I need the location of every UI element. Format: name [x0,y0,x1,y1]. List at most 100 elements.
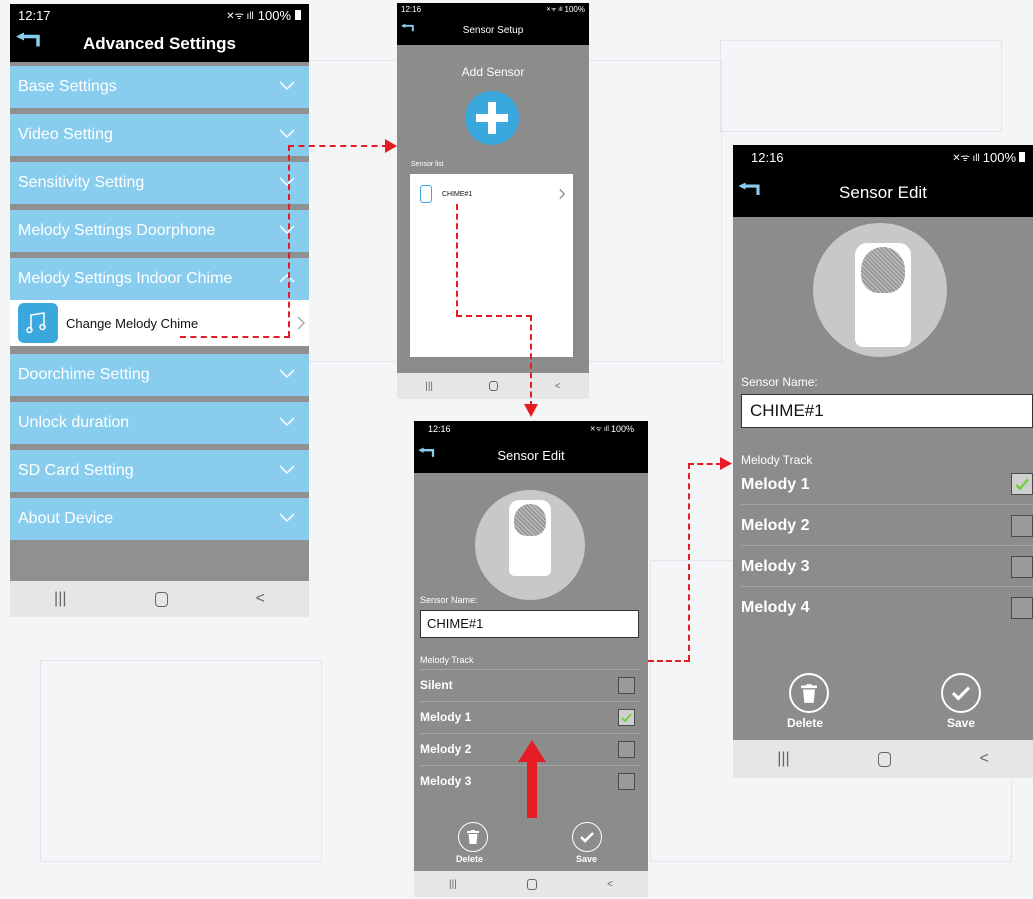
sensor-setup-screen: 12:16 ✕ᯤ ıll 100% Sensor Setup Add Senso… [397,3,589,399]
home-icon[interactable] [489,381,499,391]
section-video-setting[interactable]: Video Setting [10,114,309,156]
delete-label: Delete [456,854,484,864]
recent-apps-icon[interactable]: ||| [449,879,457,890]
home-icon[interactable] [878,751,892,767]
melody-track-label: Melody Track [741,453,813,467]
back-arrow-icon[interactable] [738,182,762,204]
section-unlock-duration[interactable]: Unlock duration [10,402,309,444]
track-checkbox[interactable] [618,677,635,694]
track-checkbox[interactable] [618,741,635,758]
status-icons: ✕ᯤ ıll 100% [590,424,634,434]
arrowhead-icon [720,457,732,470]
recent-apps-icon[interactable]: ||| [54,590,66,608]
sub-item-label: Change Melody Chime [66,315,199,331]
save-button[interactable]: Save [572,822,604,867]
android-nav-bar: ||| < [733,740,1033,778]
status-time: 12:17 [18,7,51,23]
sensor-name: CHIME#1 [442,190,473,198]
section-melody-indoor-chime[interactable]: Melody Settings Indoor Chime [10,258,309,300]
back-nav-icon[interactable]: < [979,750,988,768]
track-label: Melody 2 [741,517,810,534]
sensor-name-label: Sensor Name: [420,595,478,605]
delete-button[interactable]: Delete [456,822,490,867]
sensor-list-item[interactable]: CHIME#1 [410,174,573,214]
music-note-icon [18,303,58,343]
track-row-melody-3[interactable]: Melody 3 [741,545,1033,586]
track-checkbox[interactable] [1011,597,1033,619]
track-label: Melody 2 [420,742,472,756]
battery-icon [1019,152,1025,162]
chevron-down-icon [279,174,295,192]
track-row-melody-1[interactable]: Melody 1 [741,471,1033,504]
back-arrow-icon[interactable] [16,32,42,56]
sensor-name-field[interactable]: CHIME#1 [420,610,639,638]
track-label: Melody 1 [741,476,810,493]
back-arrow-icon[interactable] [418,447,436,463]
section-about-device[interactable]: About Device [10,498,309,540]
delete-button[interactable]: Delete [787,673,833,733]
melody-track-label: Melody Track [420,655,474,665]
recent-apps-icon[interactable]: ||| [777,750,789,768]
track-checkbox-checked[interactable] [618,709,635,726]
track-label: Silent [420,678,453,692]
save-button[interactable]: Save [941,673,985,733]
track-row-melody-2[interactable]: Melody 2 [741,504,1033,545]
add-sensor-label: Add Sensor [461,65,525,79]
page-title: Advanced Settings [82,34,237,53]
android-nav-bar: ||| < [10,581,309,617]
chime-device-body [509,500,551,576]
chevron-down-icon [279,78,295,96]
track-checkbox[interactable] [618,773,635,790]
signal-icon: ✕ᯤ ıll [546,7,563,13]
status-time: 12:16 [401,4,422,14]
signal-icon: ✕ᯤ ıll [589,425,609,433]
section-melody-doorphone[interactable]: Melody Settings Doorphone [10,210,309,252]
status-time: 12:16 [751,149,784,165]
track-row-melody-1[interactable]: Melody 1 [420,701,639,733]
section-doorchime-setting[interactable]: Doorchime Setting [10,354,309,396]
section-label: Unlock duration [18,414,130,431]
checkmark-circle-icon [572,822,602,852]
battery-level: 100% [982,149,1016,165]
status-icons: ✕ᯤ ıll 100% [226,8,301,23]
chevron-down-icon [279,510,295,528]
track-label: Melody 3 [420,774,472,788]
chime-image [813,223,947,357]
track-checkbox-checked[interactable] [1011,473,1033,495]
android-nav-bar: ||| < [397,373,589,399]
arrowhead-icon [524,404,538,417]
back-nav-icon[interactable]: < [256,590,265,608]
section-sensitivity-setting[interactable]: Sensitivity Setting [10,162,309,204]
section-label: Melody Settings Indoor Chime [18,270,233,287]
recent-apps-icon[interactable]: ||| [425,381,433,392]
advanced-settings-screen: 12:17 ✕ᯤ ıll 100% Advanced Settings Base… [10,4,309,617]
add-sensor-button[interactable] [465,91,519,145]
back-nav-icon[interactable]: < [607,879,613,890]
chime-speaker-grille [861,247,905,293]
track-label: Melody 4 [741,599,810,616]
battery-level: 100% [610,424,634,434]
change-melody-chime-item[interactable]: Change Melody Chime [10,300,309,346]
home-icon[interactable] [526,878,537,890]
save-label: Save [576,854,598,864]
section-sd-card-setting[interactable]: SD Card Setting [10,450,309,492]
back-nav-icon[interactable]: < [555,381,561,392]
sensor-name-field[interactable]: CHIME#1 [741,394,1033,428]
signal-icon: ✕ᯤ ıll [952,153,980,164]
track-checkbox[interactable] [1011,515,1033,537]
section-base-settings[interactable]: Base Settings [10,66,309,108]
title-bar: Sensor Setup [397,15,589,45]
back-arrow-icon[interactable] [401,23,415,37]
track-row-melody-4[interactable]: Melody 4 [741,586,1033,627]
battery-level: 100% [564,4,585,14]
status-icons: ✕ᯤ ıll 100% [952,150,1025,165]
chevron-down-icon [279,222,295,240]
track-row-silent[interactable]: Silent [420,669,639,701]
home-icon[interactable] [154,591,168,607]
title-bar: Sensor Edit [733,169,1033,217]
chime-device-icon [420,185,432,203]
save-label: Save [947,716,976,730]
section-label: Doorchime Setting [18,366,150,383]
chevron-down-icon [279,126,295,144]
track-checkbox[interactable] [1011,556,1033,578]
